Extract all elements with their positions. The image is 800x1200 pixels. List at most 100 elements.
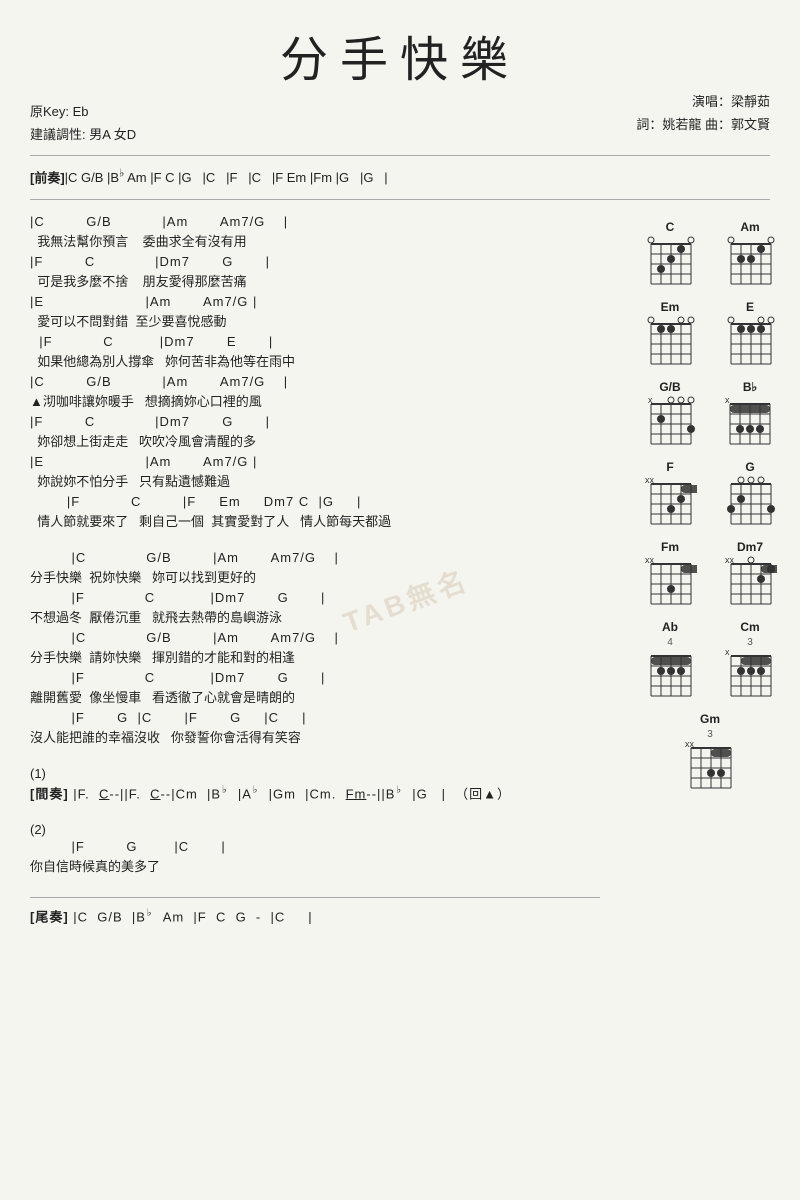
- chord-name-Am: Am: [740, 220, 759, 234]
- chord-box-Cm: Cm 3 x: [716, 620, 784, 700]
- chord-diagram-C: [643, 236, 697, 288]
- chord-fret-Gm: 3: [707, 729, 713, 740]
- divider-2: [30, 897, 600, 898]
- label-1: (1): [30, 766, 600, 781]
- lyric-line: 不想過冬 厭倦沉重 就飛去熱帶的島嶼游泳: [30, 607, 600, 626]
- chord-box-Fm: Fm xx: [636, 540, 704, 608]
- intro-chords: |C G/B |B♭ Am |F C |G |C |F |C |F Em |Fm…: [65, 170, 388, 185]
- chord-diagram-Bb: x: [720, 396, 780, 448]
- lyricist: 詞：姚若龍 曲：郭文賢: [636, 113, 770, 136]
- chord-line: |F C |Dm7 G |: [30, 254, 600, 269]
- chord-diagram-Am: [723, 236, 777, 288]
- chord-line: |F C |Dm7 E |: [30, 334, 600, 349]
- chord-line: |F C |Dm7 G |: [30, 414, 600, 429]
- chord-line: |E |Am Am7/G |: [30, 454, 600, 469]
- lyric-line: 你自信時候真的美多了: [30, 856, 600, 875]
- chorus: |C G/B |Am Am7/G | 分手快樂 祝妳快樂 妳可以找到更好的 |F…: [30, 550, 600, 746]
- chord-diagram-Gm: xx: [683, 740, 737, 792]
- chord-name-G: G: [745, 460, 754, 474]
- chord-name-F: F: [666, 460, 673, 474]
- chord-name-Fm: Fm: [661, 540, 679, 554]
- interlude-label-1: (1) [間奏] |F. C--||F. C--|Cm |B♭ |A♭ |Gm …: [30, 766, 600, 802]
- chord-name-Ab: Ab: [662, 620, 678, 634]
- chord-box-Ab: Ab 4: [636, 620, 704, 700]
- performer: 演唱：梁靜茹: [636, 90, 770, 113]
- lyric-line: 如果他總為別人撐傘 妳何苦非為他等在雨中: [30, 351, 600, 370]
- chord-diagram-G: [723, 476, 777, 528]
- chord-box-G: G: [716, 460, 784, 528]
- lyric-line: ▲沏咖啡讓妳暖手 想摘摘妳心口裡的風: [30, 391, 600, 410]
- chord-name-Dm7: Dm7: [737, 540, 763, 554]
- chord-box-Am: Am: [716, 220, 784, 288]
- chord-diagrams: C: [630, 220, 790, 804]
- lyric-line: 分手快樂 祝妳快樂 妳可以找到更好的: [30, 567, 600, 586]
- lyric-line: 沒人能把誰的幸福沒收 你發誓你會活得有笑容: [30, 727, 600, 746]
- chord-row-3: G/B x: [630, 380, 790, 448]
- chord-line: |F C |Dm7 G |: [30, 590, 600, 605]
- meta-right: 演唱：梁靜茹 詞：姚若龍 曲：郭文賢: [636, 90, 770, 137]
- chord-row-6: Ab 4 Cm 3: [630, 620, 790, 700]
- chord-diagram-F: xx: [643, 476, 697, 528]
- chord-name-Cm: Cm: [740, 620, 759, 634]
- divider-top: [30, 155, 770, 156]
- chord-box-C: C: [636, 220, 704, 288]
- lyric-line: 分手快樂 請妳快樂 揮別錯的才能和對的相逢: [30, 647, 600, 666]
- lyric-line: 妳說妳不怕分手 只有點遺憾難過: [30, 471, 600, 490]
- lyric-line: 離開舊愛 像坐慢車 看透徹了心就會是晴朗的: [30, 687, 600, 706]
- chord-diagram-Ab: [643, 648, 697, 700]
- chord-diagram-Dm7: xx: [723, 556, 777, 608]
- outro: [尾奏] |C G/B |B♭ Am |F C G - |C |: [30, 906, 600, 925]
- outro-label: [尾奏]: [30, 909, 69, 924]
- chord-row-5: Fm xx Dm7 xx: [630, 540, 790, 608]
- chord-line: |C G/B |Am Am7/G |: [30, 630, 600, 645]
- label-2: (2): [30, 822, 600, 837]
- chord-row-2: Em E: [630, 300, 790, 368]
- chord-box-Em: Em: [636, 300, 704, 368]
- chord-name-C: C: [666, 220, 675, 234]
- chord-line: |F G |C |: [30, 839, 600, 854]
- intro-section: [前奏]|C G/B |B♭ Am |F C |G |C |F |C |F Em…: [30, 164, 770, 191]
- lyric-line: 愛可以不問對錯 至少要喜悅感動: [30, 311, 600, 330]
- lyric-line: 情人節就要來了 剩自己一個 其實愛對了人 情人節每天都過: [30, 511, 600, 530]
- interlude-chords: [間奏] |F. C--||F. C--|Cm |B♭ |A♭ |Gm |Cm.…: [30, 783, 600, 802]
- chord-diagram-E: [723, 316, 777, 368]
- chord-diagram-GoverB: x: [643, 396, 697, 448]
- chord-box-E: E: [716, 300, 784, 368]
- outro-chords: [尾奏] |C G/B |B♭ Am |F C G - |C |: [30, 906, 600, 925]
- chord-box-Gm: Gm 3 xx: [676, 712, 744, 792]
- chord-line: |E |Am Am7/G |: [30, 294, 600, 309]
- chord-line: |F C |F Em Dm7 C |G |: [30, 494, 600, 509]
- intro-label: [前奏]: [30, 170, 65, 185]
- lyric-line: 可是我多麼不捨 朋友愛得那麼苦痛: [30, 271, 600, 290]
- chord-name-E: E: [746, 300, 754, 314]
- chord-line: |C G/B |Am Am7/G |: [30, 550, 600, 565]
- chord-fret-Cm: 3: [747, 637, 753, 648]
- chord-fret-Ab: 4: [667, 637, 673, 648]
- verse2: (2) |F G |C | 你自信時候真的美多了: [30, 822, 600, 875]
- chord-box-Bb: B♭ x: [716, 380, 784, 448]
- lyric-line: 妳卻想上街走走 吹吹冷風會清醒的多: [30, 431, 600, 450]
- interlude-label: [間奏]: [30, 786, 69, 801]
- chord-line: |F G |C |F G |C |: [30, 710, 600, 725]
- chord-row-4: F xx G: [630, 460, 790, 528]
- chord-box-GoverB: G/B x: [636, 380, 704, 448]
- chord-line: |C G/B |Am Am7/G |: [30, 374, 600, 389]
- chord-diagram-Em: [643, 316, 697, 368]
- chord-line: |F C |Dm7 G |: [30, 670, 600, 685]
- svg-text:x: x: [725, 648, 730, 657]
- chord-name-Gm: Gm: [700, 712, 720, 726]
- chord-row-1: C: [630, 220, 790, 288]
- svg-text:x: x: [725, 396, 730, 405]
- chord-name-Bb: B♭: [743, 380, 757, 394]
- chord-line: |C G/B |Am Am7/G |: [30, 214, 600, 229]
- chord-row-7: Gm 3 xx: [630, 712, 790, 792]
- chord-diagram-Cm: x: [723, 648, 777, 700]
- chord-name-GoverB: G/B: [659, 380, 680, 394]
- chord-name-Em: Em: [661, 300, 680, 314]
- chord-box-F: F xx: [636, 460, 704, 528]
- chord-box-Dm7: Dm7 xx: [716, 540, 784, 608]
- song-title: 分手快樂: [30, 20, 770, 90]
- divider-1: [30, 199, 770, 200]
- lyric-line: 我無法幫你預言 委曲求全有沒有用: [30, 231, 600, 250]
- chord-diagram-Fm: xx: [643, 556, 697, 608]
